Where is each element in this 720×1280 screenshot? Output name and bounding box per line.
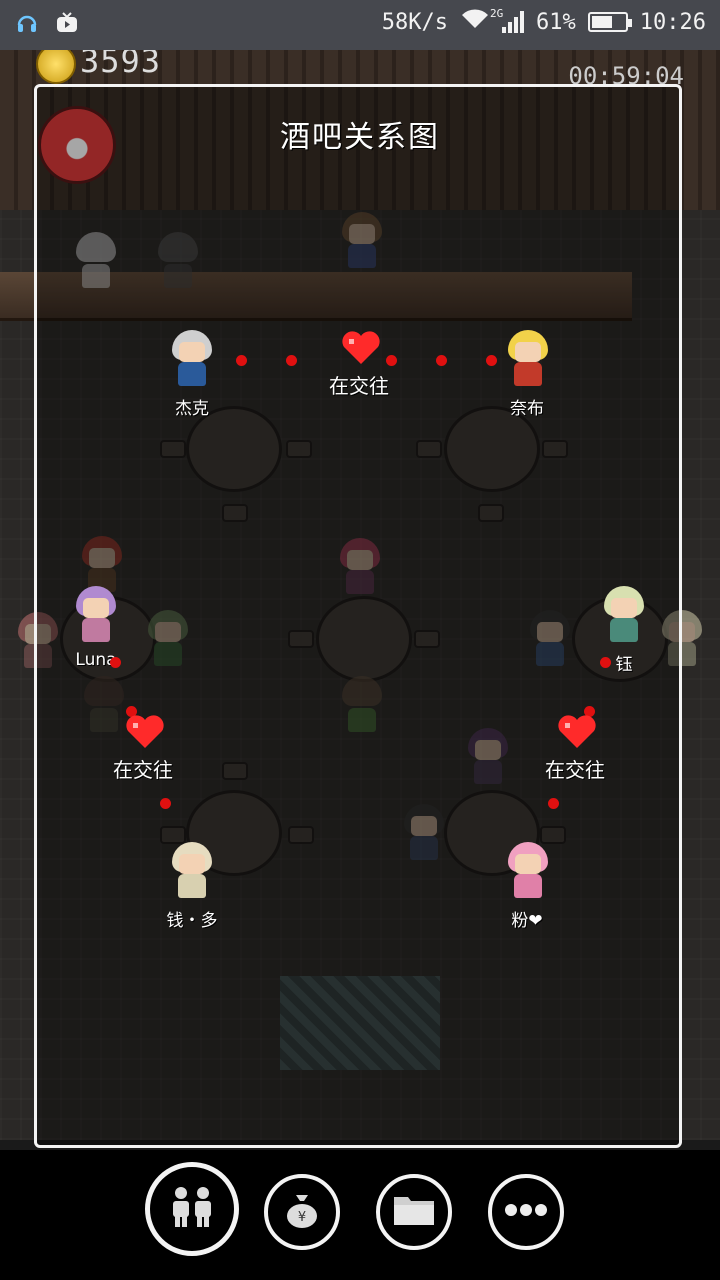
relation-dot (286, 355, 297, 366)
signal-icon: 2G (490, 7, 525, 33)
relation-dot (110, 657, 121, 668)
coin-count: 3593 (80, 50, 162, 80)
heart-icon (557, 714, 597, 750)
character-naibu-sprite[interactable] (506, 330, 550, 386)
more-icon (503, 1202, 549, 1222)
people-icon (167, 1185, 217, 1233)
battery-fill (591, 16, 612, 28)
heart-icon (341, 330, 381, 366)
character-qianduo-sprite[interactable] (170, 842, 214, 898)
money-button[interactable]: ¥ (264, 1174, 340, 1250)
tv-icon (54, 10, 80, 36)
heart-icon (125, 714, 165, 750)
relation-dot (486, 355, 497, 366)
character-name-naibu: 奈布 (510, 399, 544, 419)
battery-icon (587, 12, 632, 32)
folder-icon (392, 1193, 436, 1231)
character-name-wang: 钰 (615, 655, 633, 675)
relation-dot (436, 355, 447, 366)
relation-panel (34, 84, 682, 1148)
relation-dot (236, 355, 247, 366)
wifi-icon (460, 8, 490, 36)
more-button[interactable] (488, 1174, 564, 1250)
headset-icon (14, 10, 40, 36)
relations-button[interactable] (145, 1162, 239, 1256)
character-wang-sprite[interactable] (602, 586, 646, 642)
relation-dot (548, 798, 559, 809)
panel-title: 酒吧关系图 (280, 120, 440, 155)
character-name-jack: 杰克 (175, 399, 209, 419)
character-jack-sprite[interactable] (170, 330, 214, 386)
clock: 10:26 (639, 9, 706, 35)
relation-dot (600, 657, 611, 668)
relation-label: 在交往 (329, 374, 389, 398)
svg-text:¥: ¥ (298, 1210, 306, 1225)
character-name-qianduo: 钱・多 (166, 911, 218, 931)
relation-label: 在交往 (113, 758, 173, 782)
signal-type: 2G (490, 7, 504, 20)
net-speed: 58K/s (381, 9, 449, 35)
relation-dot (386, 355, 397, 366)
status-bar: 58K/s 2G 61% 10:26 (0, 0, 720, 50)
battery-percent: 61% (536, 9, 576, 35)
bottom-toolbar: ¥ (0, 1150, 720, 1280)
money-bag-icon: ¥ (284, 1191, 320, 1233)
relation-label: 在交往 (545, 758, 605, 782)
folder-button[interactable] (376, 1174, 452, 1250)
character-luna-sprite[interactable] (74, 586, 118, 642)
character-fen-sprite[interactable] (506, 842, 550, 898)
relation-dot (160, 798, 171, 809)
character-name-fen: 粉❤ (511, 911, 543, 931)
